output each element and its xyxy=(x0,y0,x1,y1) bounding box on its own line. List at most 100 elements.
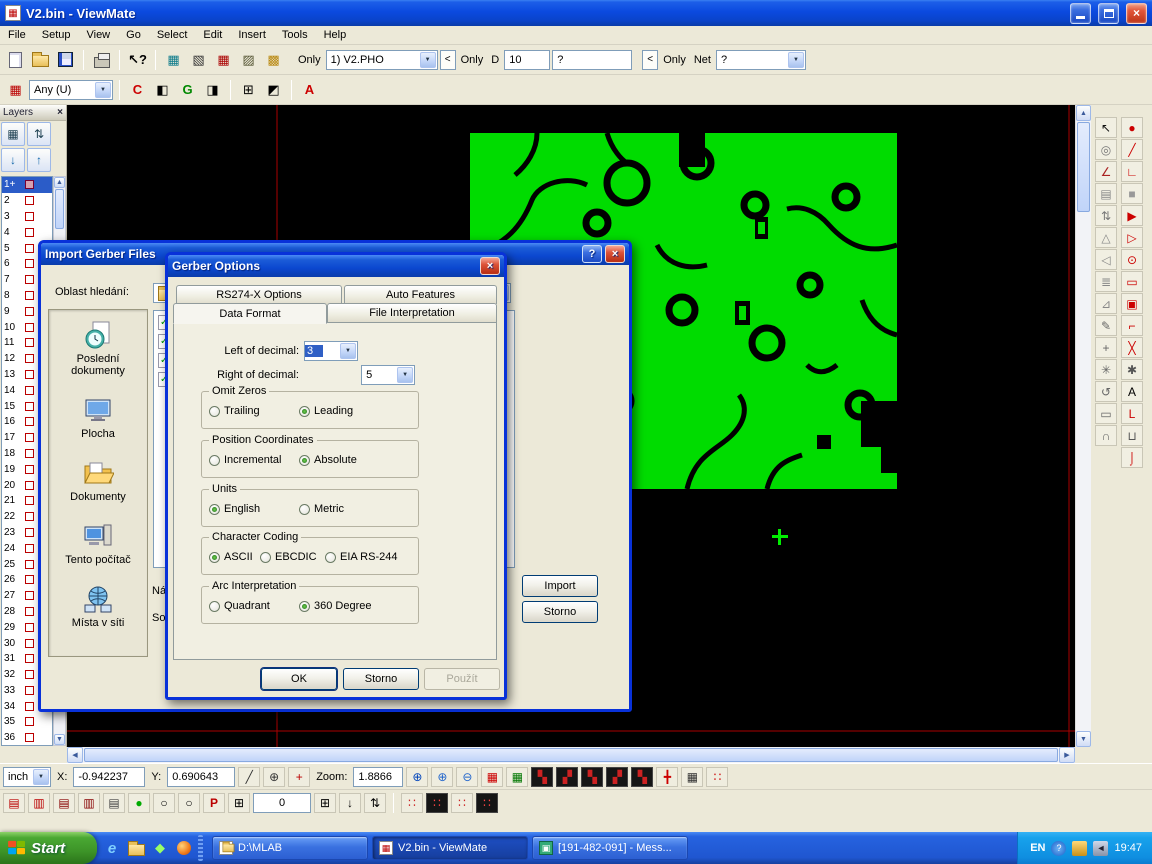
layer-swap-button[interactable]: ⇅ xyxy=(27,122,51,146)
layer-color-swatch[interactable] xyxy=(25,670,34,679)
layer-color-swatch[interactable] xyxy=(25,449,34,458)
pad-tool-icon[interactable]: ● xyxy=(1121,117,1143,138)
close-button[interactable]: × xyxy=(1126,3,1147,24)
layer-row[interactable]: 35 xyxy=(2,714,52,730)
menu-item[interactable]: Tools xyxy=(274,27,316,43)
import-cancel-button[interactable]: Storno xyxy=(522,601,598,623)
radio-english[interactable]: English xyxy=(209,503,260,515)
layer-color-swatch[interactable] xyxy=(25,228,34,237)
layer-move-down-button[interactable]: ↓ xyxy=(1,148,25,172)
layer-color-swatch[interactable] xyxy=(25,196,34,205)
place-my-computer[interactable]: Tento počítač xyxy=(49,511,147,574)
save-button[interactable] xyxy=(54,49,77,71)
radio-incremental[interactable]: Incremental xyxy=(209,454,281,466)
select-cursor-icon[interactable]: ↖ xyxy=(1095,117,1117,138)
ok-button[interactable]: OK xyxy=(261,668,337,690)
green-app-quicklaunch-icon[interactable]: ◆ xyxy=(151,839,169,857)
layer-color-swatch[interactable] xyxy=(25,639,34,648)
menu-item[interactable]: Select xyxy=(149,27,196,43)
square-pad-tool-icon[interactable]: ▣ xyxy=(1121,293,1143,314)
y-coordinate-field[interactable]: 0.690643 xyxy=(167,767,235,787)
chamfer-tool-icon[interactable]: ⌐ xyxy=(1121,315,1143,336)
layer-color-swatch[interactable] xyxy=(25,259,34,268)
aperture-list-button[interactable]: ▦ xyxy=(4,79,27,101)
layer-grid-button[interactable]: ▦ xyxy=(1,122,25,146)
layer-color-swatch[interactable] xyxy=(25,386,34,395)
layer-color-swatch[interactable] xyxy=(25,338,34,347)
layer-row[interactable]: 1+ xyxy=(2,177,52,193)
layer-color-swatch[interactable] xyxy=(25,528,34,537)
radio-eia-rs244[interactable]: EIA RS-244 xyxy=(325,551,397,563)
folder-quicklaunch-icon[interactable] xyxy=(127,839,145,857)
restore-button[interactable] xyxy=(1098,3,1119,24)
layer-color-swatch[interactable] xyxy=(25,575,34,584)
anchor-button-1[interactable]: ↓ xyxy=(339,793,361,813)
firefox-quicklaunch-icon[interactable] xyxy=(175,839,193,857)
task-messenger[interactable]: ▣ [191-482-091] - Mess... xyxy=(532,836,688,860)
triangle-tool-icon[interactable]: ▷ xyxy=(1121,227,1143,248)
star-icon[interactable]: ✳ xyxy=(1095,359,1117,380)
redraw-icon[interactable]: ◎ xyxy=(1095,139,1117,160)
layer-row[interactable]: 3 xyxy=(2,209,52,225)
red-cross-icon[interactable]: + xyxy=(288,767,310,787)
scroll-up-icon[interactable]: ▲ xyxy=(1076,105,1091,121)
menu-item[interactable]: Help xyxy=(316,27,355,43)
place-recent-documents[interactable]: Poslední dokumenty xyxy=(49,310,147,385)
tab-auto-features[interactable]: Auto Features xyxy=(344,285,497,304)
layer-color-swatch[interactable] xyxy=(25,512,34,521)
layer-color-swatch[interactable] xyxy=(25,433,34,442)
minimize-button[interactable] xyxy=(1070,3,1091,24)
left-of-decimal-select[interactable]: 3▼ xyxy=(304,341,358,361)
tab-data-format[interactable]: Data Format xyxy=(173,303,327,324)
cancel-button[interactable]: Storno xyxy=(343,668,419,690)
frame-icon[interactable]: ▭ xyxy=(1095,403,1117,424)
grid-button-2[interactable]: ⊞ xyxy=(314,793,336,813)
swap-updown-icon[interactable]: ⇅ xyxy=(1095,205,1117,226)
task-mlab-folder[interactable]: D:\MLAB xyxy=(212,836,368,860)
arrow-tool-icon[interactable]: ▶ xyxy=(1121,205,1143,226)
place-documents[interactable]: Dokumenty xyxy=(49,448,147,511)
start-button[interactable]: Start xyxy=(0,832,97,864)
menu-item[interactable]: Setup xyxy=(34,27,79,43)
pattern-icon-2[interactable]: ▞ xyxy=(556,767,578,787)
crosshair-icon[interactable]: ⊕ xyxy=(263,767,285,787)
layer-color-swatch[interactable] xyxy=(25,291,34,300)
text-tool-icon[interactable]: A xyxy=(1121,381,1143,402)
layer-color-swatch[interactable] xyxy=(25,623,34,632)
print-button[interactable] xyxy=(90,49,113,71)
highlight-on-button[interactable]: ● xyxy=(128,793,150,813)
layer-color-swatch[interactable] xyxy=(25,244,34,253)
draw-icon[interactable]: ✎ xyxy=(1095,315,1117,336)
select-mode-icon-4[interactable]: ▥ xyxy=(78,793,100,813)
layer-color-swatch[interactable] xyxy=(25,717,34,726)
new-file-button[interactable] xyxy=(4,49,27,71)
layer-color-swatch[interactable] xyxy=(25,212,34,221)
radio-ebcdic[interactable]: EBCDIC xyxy=(260,551,317,563)
rotate-left-icon[interactable]: ◁ xyxy=(1095,249,1117,270)
swap-layer2-button[interactable]: ◨ xyxy=(201,79,224,101)
layer-color-swatch[interactable] xyxy=(25,323,34,332)
pattern-icon-5[interactable]: ▚ xyxy=(631,767,653,787)
tab-file-interpretation[interactable]: File Interpretation xyxy=(327,303,497,322)
aperture-shape-select[interactable]: Any (U)▼ xyxy=(29,80,113,100)
right-of-decimal-select[interactable]: 5▼ xyxy=(361,365,415,385)
layer-color-swatch[interactable] xyxy=(25,465,34,474)
select-mode-icon-5[interactable]: ▤ xyxy=(103,793,125,813)
layer-row[interactable]: 4 xyxy=(2,224,52,240)
vertical-scrollbar[interactable]: ▲ ▼ xyxy=(1075,105,1091,747)
aperture-text-button[interactable]: A xyxy=(298,79,321,101)
align-icon[interactable]: ≣ xyxy=(1095,271,1117,292)
tab-rs274x-options[interactable]: RS274-X Options xyxy=(176,285,342,304)
mirror-icon[interactable]: △ xyxy=(1095,227,1117,248)
layer-color-swatch[interactable] xyxy=(25,481,34,490)
scroll-right-icon[interactable]: ▶ xyxy=(1059,747,1075,763)
layer-row[interactable]: 2 xyxy=(2,193,52,209)
layer-move-up-button[interactable]: ↑ xyxy=(27,148,51,172)
pattern-icon-3[interactable]: ▚ xyxy=(581,767,603,787)
volume-tray-icon[interactable]: ◄ xyxy=(1093,841,1108,856)
scroll-left-icon[interactable]: ◀ xyxy=(67,747,83,763)
highlight-grid-icon[interactable]: ▦ xyxy=(162,49,185,71)
probe-button[interactable]: P xyxy=(203,793,225,813)
units-select[interactable]: inch▼ xyxy=(3,767,51,787)
dot-pattern-icon-4[interactable]: ∷ xyxy=(476,793,498,813)
